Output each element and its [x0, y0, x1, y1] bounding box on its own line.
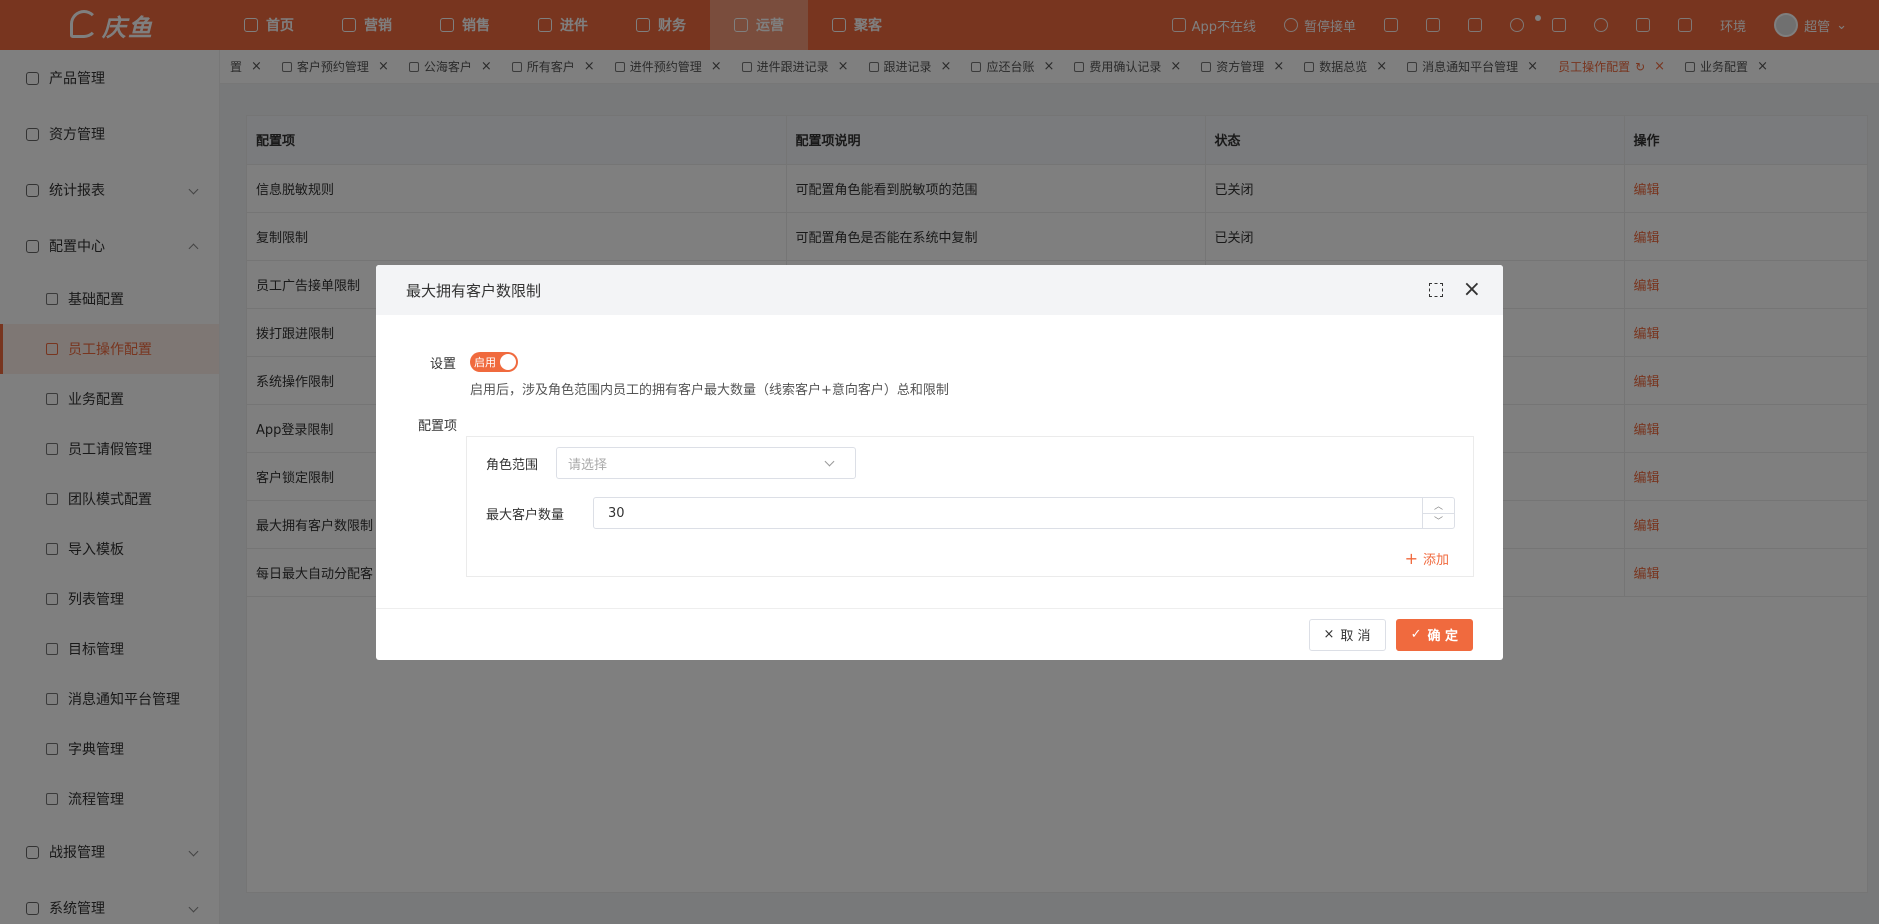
- toggle-text: 启用: [474, 356, 496, 369]
- role-scope-placeholder: 请选择: [568, 457, 608, 473]
- quantity-stepper: ︿ ﹀: [1422, 498, 1454, 528]
- add-button[interactable]: + 添加: [1405, 549, 1449, 568]
- max-customers-input[interactable]: 30 ︿ ﹀: [593, 497, 1455, 529]
- toggle-hint: 启用后，涉及角色范围内员工的拥有客户最大数量（线索客户+意向客户）总和限制: [470, 383, 949, 398]
- chevron-down-icon: [824, 456, 835, 467]
- plus-icon: +: [1404, 549, 1418, 568]
- dialog-header-tools: ×: [1428, 279, 1503, 301]
- role-scope-select[interactable]: 请选择: [556, 447, 856, 479]
- dialog-header: 最大拥有客户数限制 ×: [376, 265, 1503, 315]
- max-customers-label: 最大客户数量: [486, 508, 565, 523]
- cancel-button[interactable]: × 取 消: [1308, 618, 1386, 651]
- fullscreen-icon[interactable]: [1428, 283, 1443, 297]
- add-label: 添加: [1422, 553, 1449, 568]
- check-icon: ✓: [1410, 627, 1422, 642]
- decrement-button[interactable]: ﹀: [1423, 514, 1454, 529]
- close-icon[interactable]: ×: [1463, 279, 1481, 301]
- max-customers-value: 30: [608, 505, 625, 521]
- close-icon: ×: [1323, 627, 1335, 642]
- dialog-footer: × 取 消 ✓ 确 定: [376, 608, 1503, 660]
- increment-button[interactable]: ︿: [1423, 498, 1454, 514]
- dialog-body: 设置 启用 启用后，涉及角色范围内员工的拥有客户最大数量（线索客户+意向客户）总…: [376, 315, 1503, 608]
- confirm-label: 确 定: [1427, 629, 1458, 644]
- setting-label: 设置: [430, 357, 457, 372]
- enable-toggle[interactable]: 启用: [470, 352, 518, 372]
- config-items-label: 配置项: [418, 419, 458, 434]
- role-scope-label: 角色范围: [486, 458, 539, 473]
- toggle-knob: [500, 354, 516, 370]
- confirm-button[interactable]: ✓ 确 定: [1395, 618, 1473, 651]
- max-customers-dialog: 最大拥有客户数限制 × 设置 启用 启用后，涉及角色范围内员工的拥有客户最大数量…: [376, 265, 1503, 660]
- dialog-title: 最大拥有客户数限制: [406, 281, 542, 300]
- config-items-box: 角色范围 请选择 最大客户数量 30 ︿ ﹀ + 添加: [466, 436, 1474, 577]
- cancel-label: 取 消: [1340, 629, 1371, 644]
